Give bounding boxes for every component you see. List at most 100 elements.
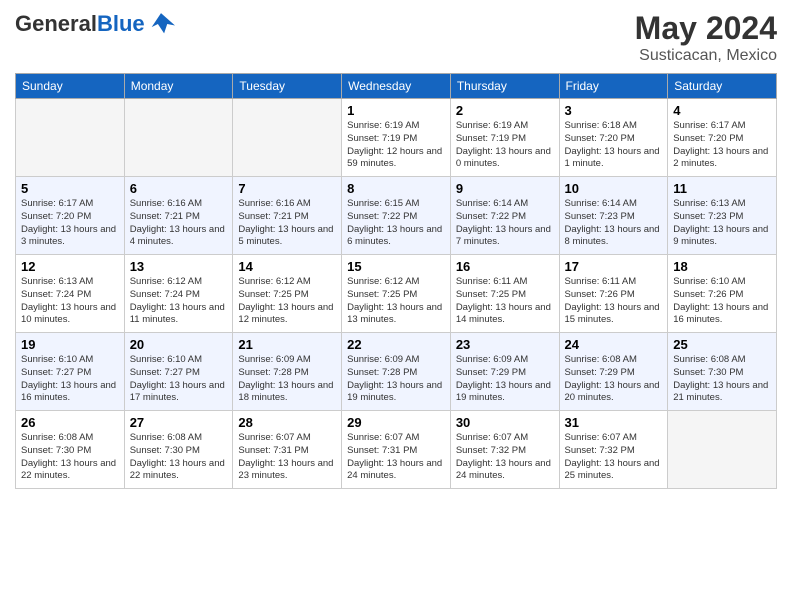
calendar-day-cell: 28Sunrise: 6:07 AMSunset: 7:31 PMDayligh… <box>233 411 342 489</box>
logo: GeneralBlue <box>15 10 175 38</box>
weekday-header-monday: Monday <box>124 74 233 99</box>
day-info: Sunrise: 6:11 AMSunset: 7:25 PMDaylight:… <box>456 276 554 327</box>
day-info: Sunrise: 6:09 AMSunset: 7:29 PMDaylight:… <box>456 354 554 405</box>
calendar-day-cell: 26Sunrise: 6:08 AMSunset: 7:30 PMDayligh… <box>16 411 125 489</box>
day-number: 21 <box>238 337 336 352</box>
day-number: 23 <box>456 337 554 352</box>
weekday-header-tuesday: Tuesday <box>233 74 342 99</box>
day-number: 16 <box>456 259 554 274</box>
day-info: Sunrise: 6:12 AMSunset: 7:25 PMDaylight:… <box>238 276 336 327</box>
day-number: 12 <box>21 259 119 274</box>
day-info: Sunrise: 6:19 AMSunset: 7:19 PMDaylight:… <box>347 120 445 171</box>
calendar-day-cell: 18Sunrise: 6:10 AMSunset: 7:26 PMDayligh… <box>668 255 777 333</box>
calendar-table: SundayMondayTuesdayWednesdayThursdayFrid… <box>15 73 777 489</box>
header: GeneralBlue May 2024 Susticacan, Mexico <box>15 10 777 65</box>
day-info: Sunrise: 6:08 AMSunset: 7:30 PMDaylight:… <box>130 432 228 483</box>
day-number: 8 <box>347 181 445 196</box>
calendar-day-cell: 22 Sunrise: 6:09 AMSunset: 7:28 PMDayligh… <box>342 333 451 411</box>
day-number: 22 <box>347 337 445 352</box>
calendar-day-cell: 16 Sunrise: 6:11 AMSunset: 7:25 PMDayligh… <box>450 255 559 333</box>
day-number: 11 <box>673 181 771 196</box>
day-info: Sunrise: 6:16 AMSunset: 7:21 PMDaylight:… <box>130 198 228 249</box>
weekday-header-thursday: Thursday <box>450 74 559 99</box>
calendar-day-cell: 6 Sunrise: 6:16 AMSunset: 7:21 PMDaylight… <box>124 177 233 255</box>
day-number: 31 <box>565 415 663 430</box>
day-number: 13 <box>130 259 228 274</box>
calendar-day-cell <box>668 411 777 489</box>
day-info: Sunrise: 6:07 AMSunset: 7:32 PMDaylight:… <box>456 432 554 483</box>
day-info: Sunrise: 6:10 AMSunset: 7:26 PMDaylight:… <box>673 276 771 327</box>
day-number: 2 <box>456 103 554 118</box>
day-number: 24 <box>565 337 663 352</box>
calendar-week-row: 1 Sunrise: 6:19 AMSunset: 7:19 PMDaylight… <box>16 99 777 177</box>
calendar-day-cell: 23 Sunrise: 6:09 AMSunset: 7:29 PMDayligh… <box>450 333 559 411</box>
calendar-day-cell: 20 Sunrise: 6:10 AMSunset: 7:27 PMDayligh… <box>124 333 233 411</box>
calendar-week-row: 19 Sunrise: 6:10 AMSunset: 7:27 PMDayligh… <box>16 333 777 411</box>
calendar-day-cell: 2 Sunrise: 6:19 AMSunset: 7:19 PMDaylight… <box>450 99 559 177</box>
calendar-day-cell: 11 Sunrise: 6:13 AMSunset: 7:23 PMDayligh… <box>668 177 777 255</box>
day-info: Sunrise: 6:17 AMSunset: 7:20 PMDaylight:… <box>21 198 119 249</box>
day-number: 3 <box>565 103 663 118</box>
day-number: 20 <box>130 337 228 352</box>
calendar-day-cell: 9 Sunrise: 6:14 AMSunset: 7:22 PMDaylight… <box>450 177 559 255</box>
day-number: 28 <box>238 415 336 430</box>
day-info: Sunrise: 6:14 AMSunset: 7:22 PMDaylight:… <box>456 198 554 249</box>
calendar-day-cell <box>124 99 233 177</box>
day-number: 5 <box>21 181 119 196</box>
calendar-day-cell: 7Sunrise: 6:16 AMSunset: 7:21 PMDaylight… <box>233 177 342 255</box>
day-number: 25 <box>673 337 771 352</box>
day-info: Sunrise: 6:08 AMSunset: 7:29 PMDaylight:… <box>565 354 663 405</box>
day-number: 29 <box>347 415 445 430</box>
day-info: Sunrise: 6:15 AMSunset: 7:22 PMDaylight:… <box>347 198 445 249</box>
calendar-day-cell: 10 Sunrise: 6:14 AMSunset: 7:23 PMDayligh… <box>559 177 668 255</box>
calendar-day-cell: 19 Sunrise: 6:10 AMSunset: 7:27 PMDayligh… <box>16 333 125 411</box>
logo-general-text: GeneralBlue <box>15 12 145 36</box>
calendar-day-cell: 5 Sunrise: 6:17 AMSunset: 7:20 PMDaylight… <box>16 177 125 255</box>
day-info: Sunrise: 6:07 AMSunset: 7:32 PMDaylight:… <box>565 432 663 483</box>
calendar-day-cell: 4Sunrise: 6:17 AMSunset: 7:20 PMDaylight… <box>668 99 777 177</box>
calendar-day-cell: 31 Sunrise: 6:07 AMSunset: 7:32 PMDayligh… <box>559 411 668 489</box>
day-info: Sunrise: 6:12 AMSunset: 7:25 PMDaylight:… <box>347 276 445 327</box>
calendar-day-cell <box>233 99 342 177</box>
calendar-week-row: 26Sunrise: 6:08 AMSunset: 7:30 PMDayligh… <box>16 411 777 489</box>
calendar-day-cell: 1 Sunrise: 6:19 AMSunset: 7:19 PMDaylight… <box>342 99 451 177</box>
day-info: Sunrise: 6:17 AMSunset: 7:20 PMDaylight:… <box>673 120 771 171</box>
day-info: Sunrise: 6:09 AMSunset: 7:28 PMDaylight:… <box>347 354 445 405</box>
weekday-header-saturday: Saturday <box>668 74 777 99</box>
day-info: Sunrise: 6:13 AMSunset: 7:23 PMDaylight:… <box>673 198 771 249</box>
day-number: 19 <box>21 337 119 352</box>
page: GeneralBlue May 2024 Susticacan, Mexico … <box>0 0 792 499</box>
logo-bird-icon <box>147 10 175 38</box>
day-info: Sunrise: 6:09 AMSunset: 7:28 PMDaylight:… <box>238 354 336 405</box>
day-number: 30 <box>456 415 554 430</box>
calendar-day-cell: 17Sunrise: 6:11 AMSunset: 7:26 PMDayligh… <box>559 255 668 333</box>
calendar-week-row: 12 Sunrise: 6:13 AMSunset: 7:24 PMDayligh… <box>16 255 777 333</box>
day-number: 17 <box>565 259 663 274</box>
calendar-day-cell: 30 Sunrise: 6:07 AMSunset: 7:32 PMDayligh… <box>450 411 559 489</box>
calendar-day-cell: 15 Sunrise: 6:12 AMSunset: 7:25 PMDayligh… <box>342 255 451 333</box>
day-info: Sunrise: 6:10 AMSunset: 7:27 PMDaylight:… <box>130 354 228 405</box>
day-info: Sunrise: 6:19 AMSunset: 7:19 PMDaylight:… <box>456 120 554 171</box>
calendar-day-cell: 29Sunrise: 6:07 AMSunset: 7:31 PMDayligh… <box>342 411 451 489</box>
day-number: 9 <box>456 181 554 196</box>
day-info: Sunrise: 6:08 AMSunset: 7:30 PMDaylight:… <box>21 432 119 483</box>
day-info: Sunrise: 6:08 AMSunset: 7:30 PMDaylight:… <box>673 354 771 405</box>
day-info: Sunrise: 6:10 AMSunset: 7:27 PMDaylight:… <box>21 354 119 405</box>
calendar-day-cell: 21 Sunrise: 6:09 AMSunset: 7:28 PMDayligh… <box>233 333 342 411</box>
day-number: 1 <box>347 103 445 118</box>
day-number: 6 <box>130 181 228 196</box>
calendar-location: Susticacan, Mexico <box>635 47 777 65</box>
weekday-header-wednesday: Wednesday <box>342 74 451 99</box>
calendar-day-cell: 14Sunrise: 6:12 AMSunset: 7:25 PMDayligh… <box>233 255 342 333</box>
calendar-day-cell: 27Sunrise: 6:08 AMSunset: 7:30 PMDayligh… <box>124 411 233 489</box>
calendar-week-row: 5 Sunrise: 6:17 AMSunset: 7:20 PMDaylight… <box>16 177 777 255</box>
day-number: 10 <box>565 181 663 196</box>
calendar-day-cell: 3Sunrise: 6:18 AMSunset: 7:20 PMDaylight… <box>559 99 668 177</box>
day-info: Sunrise: 6:13 AMSunset: 7:24 PMDaylight:… <box>21 276 119 327</box>
calendar-day-cell: 8 Sunrise: 6:15 AMSunset: 7:22 PMDaylight… <box>342 177 451 255</box>
day-number: 15 <box>347 259 445 274</box>
day-info: Sunrise: 6:14 AMSunset: 7:23 PMDaylight:… <box>565 198 663 249</box>
weekday-header-friday: Friday <box>559 74 668 99</box>
calendar-day-cell: 24 Sunrise: 6:08 AMSunset: 7:29 PMDayligh… <box>559 333 668 411</box>
calendar-day-cell <box>16 99 125 177</box>
